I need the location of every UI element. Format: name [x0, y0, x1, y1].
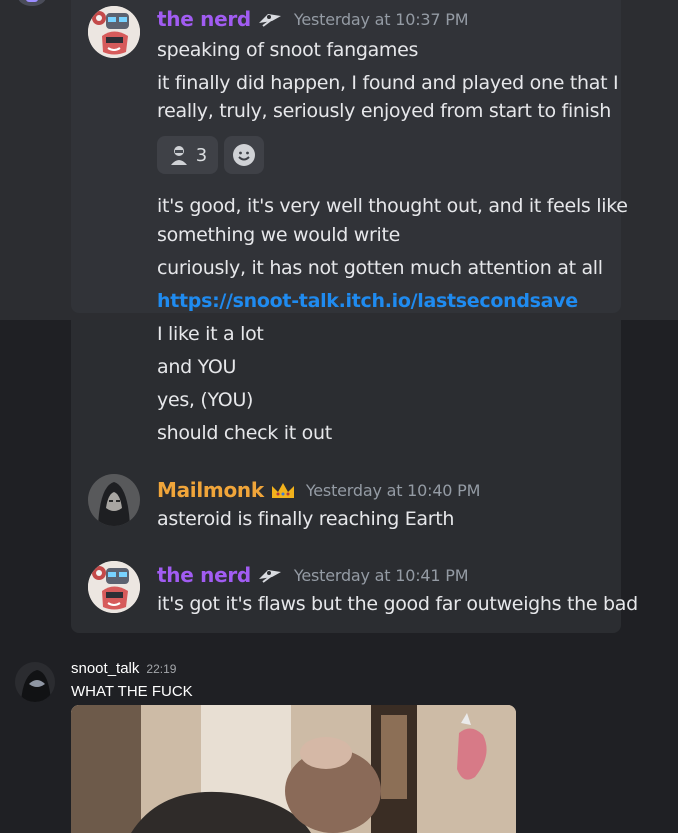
message-header-3: the nerd Yesterday at 10:41 PM [157, 563, 468, 587]
video-thumbnail[interactable] [71, 705, 516, 833]
person-emoji-icon [170, 146, 187, 165]
message-line: I like it a lot [157, 323, 264, 345]
avatar-the-nerd[interactable] [88, 6, 140, 58]
timestamp[interactable]: Yesterday at 10:40 PM [306, 481, 481, 500]
avatar-mailmonk[interactable] [88, 474, 140, 526]
username-the-nerd[interactable]: the nerd [157, 563, 251, 587]
username-the-nerd[interactable]: the nerd [157, 7, 251, 31]
reaction-count: 3 [195, 144, 208, 166]
username-mailmonk[interactable]: Mailmonk [157, 478, 264, 502]
timestamp[interactable]: Yesterday at 10:41 PM [294, 566, 469, 585]
add-reaction-button[interactable] [224, 136, 264, 174]
itch-link[interactable]: https://snoot-talk.itch.io/lastsecondsav… [157, 289, 578, 313]
reply-text: WHAT THE FUCK [71, 683, 193, 700]
avatar-snoot-talk[interactable] [15, 662, 55, 702]
message-line: really, truly, seriously enjoyed from st… [157, 100, 611, 122]
username-snoot-talk[interactable]: snoot_talk [71, 660, 139, 677]
avatar-the-nerd[interactable] [88, 561, 140, 613]
reply-header: snoot_talk 22:19 [71, 660, 176, 677]
message-line: yes, (YOU) [157, 389, 254, 411]
robot-icon [257, 565, 284, 585]
message-line: it's good, it's very well thought out, a… [157, 195, 628, 217]
message-line: speaking of snoot fangames [157, 39, 419, 61]
reaction-bar: 3 [157, 136, 264, 174]
message-line: it finally did happen, I found and playe… [157, 72, 619, 94]
message-line: asteroid is finally reaching Earth [157, 508, 455, 530]
add-reaction-icon [233, 144, 255, 166]
message-header-1: the nerd Yesterday at 10:37 PM [157, 7, 468, 31]
message-line: and YOU [157, 356, 237, 378]
crown-icon [270, 480, 296, 500]
message-line: it's got it's flaws but the good far out… [157, 593, 638, 615]
timestamp[interactable]: 22:19 [146, 662, 176, 676]
message-line: should check it out [157, 422, 332, 444]
robot-icon [257, 9, 284, 29]
message-line: something we would write [157, 224, 401, 246]
message-header-2: Mailmonk Yesterday at 10:40 PM [157, 478, 480, 502]
reaction-button[interactable]: 3 [157, 136, 218, 174]
message-line: curiously, it has not gotten much attent… [157, 257, 603, 279]
timestamp[interactable]: Yesterday at 10:37 PM [294, 10, 469, 29]
